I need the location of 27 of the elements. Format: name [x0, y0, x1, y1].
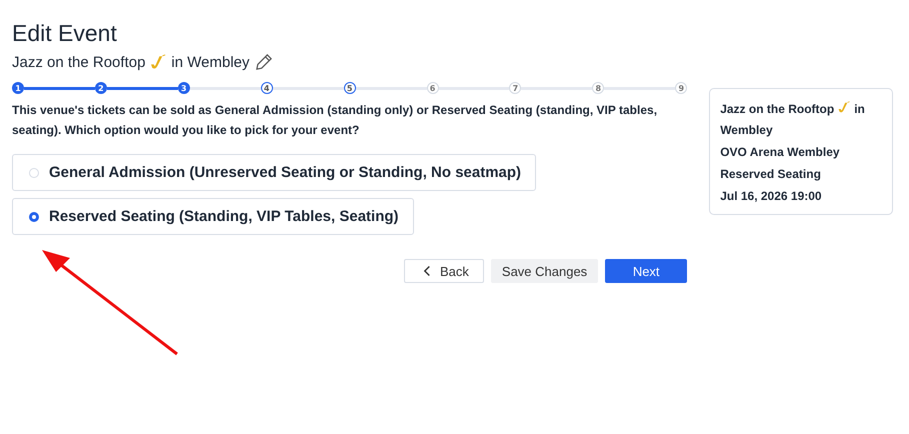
summary-venue: OVO Arena Wembley — [720, 144, 841, 161]
seating-option[interactable]: General Admission (Unreserved Seating or Standing, No seatmap) — [12, 154, 536, 191]
summary-date: Jul 16, 2026 19:00 — [720, 188, 823, 205]
step-indicator[interactable]: 4 — [260, 82, 273, 94]
question-text: This venue's tickets can be sold as General Admission (standing only) or Reserved Seating (standing, VIP tables, seating). Which option would you like to pick for your event? — [12, 102, 658, 139]
summary-seating: Reserved Seating — [720, 166, 822, 183]
step-indicator[interactable]: 9 — [675, 82, 688, 94]
step-indicator[interactable]: 5 — [344, 82, 356, 94]
step-indicator[interactable]: 7 — [509, 82, 522, 94]
page-title: Edit Event — [12, 20, 118, 47]
event-name: Jazz on the Rooftop — [12, 54, 146, 71]
step-indicator[interactable]: 8 — [592, 82, 604, 94]
step-indicator[interactable]: 6 — [426, 82, 439, 94]
chevron-left-icon — [423, 265, 432, 277]
step-indicator[interactable]: 3 — [178, 82, 190, 94]
pencil-icon[interactable] — [254, 53, 273, 72]
option-label: Reserved Seating (Standing, VIP Tables, Seating) — [49, 208, 399, 225]
event-location: in Wembley — [171, 54, 250, 71]
back-button[interactable]: Back — [404, 259, 484, 283]
seating-option[interactable]: Reserved Seating (Standing, VIP Tables, Seating) — [12, 198, 414, 235]
radio-button[interactable] — [29, 212, 39, 222]
save-changes-button[interactable]: Save Changes — [490, 259, 598, 283]
step-indicator[interactable]: 1 — [12, 82, 24, 94]
next-button[interactable]: Next — [605, 259, 688, 283]
step-indicator[interactable]: 2 — [94, 82, 107, 94]
summary-event-name: Jazz on the Rooftop in Wembley — [720, 102, 865, 137]
option-label: General Admission (Unreserved Seating or Standing, No seatmap) — [49, 164, 522, 181]
